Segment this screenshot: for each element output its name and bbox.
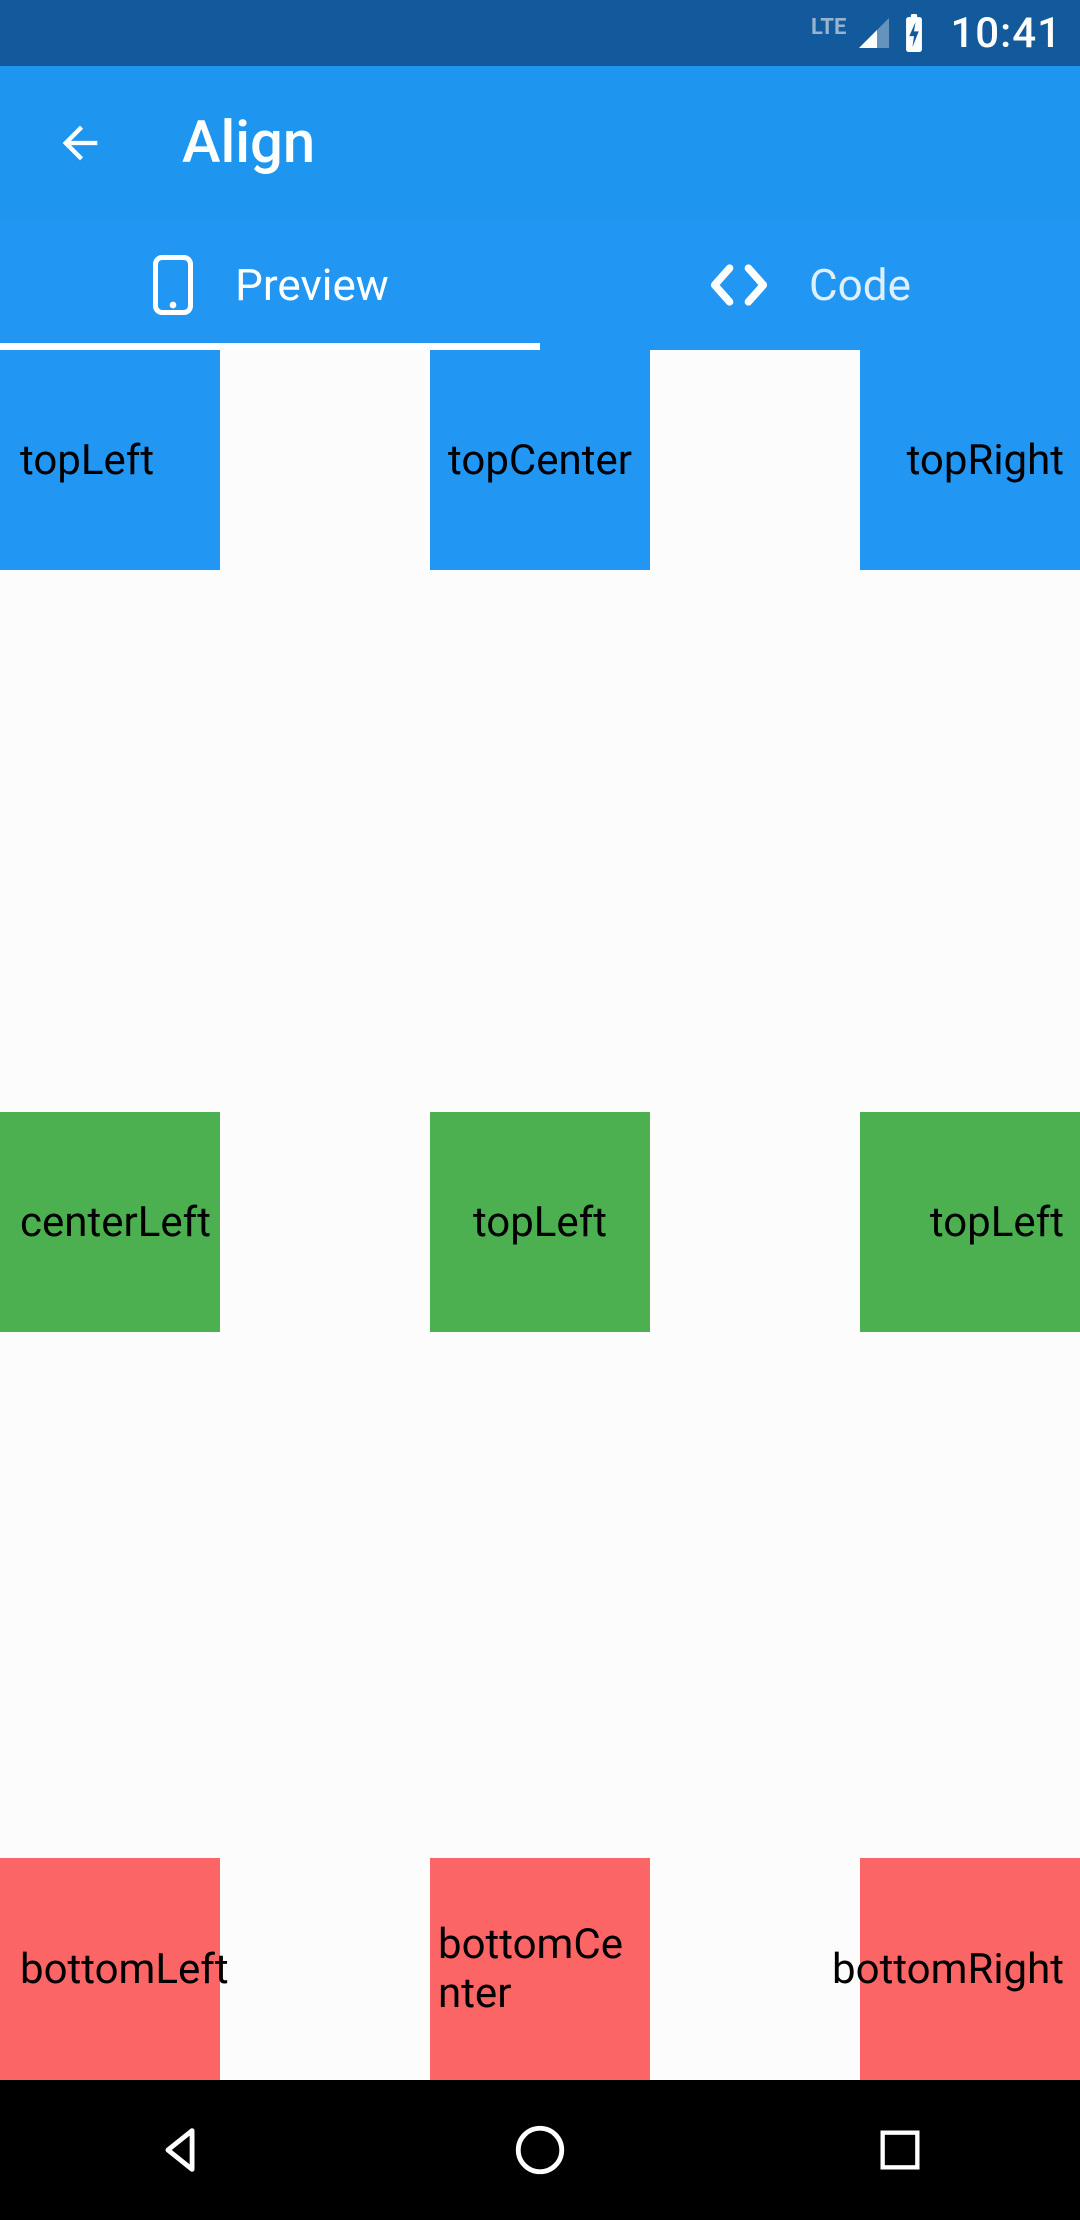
tile-label: centerLeft [20,1198,211,1247]
nav-recents-button[interactable] [800,2080,1000,2220]
tile-bottom-left: bottomLeft [0,1858,220,2080]
triangle-back-icon [151,2121,209,2179]
tile-label: bottomRight [832,1945,1064,1994]
code-icon [709,262,769,308]
network-type-label: LTE [811,15,846,40]
arrow-left-icon [54,117,106,169]
tile-label: bottomLeft [20,1945,229,1994]
tile-top-left: topLeft [0,350,220,570]
tile-label: topRight [907,436,1064,485]
tile-label: topCenter [448,436,632,485]
square-recents-icon [874,2124,926,2176]
battery-charging-icon [902,14,926,52]
app-bar: Align [0,66,1080,220]
tile-top-right: topRight [860,350,1080,570]
status-bar: LTE 10:41 [0,0,1080,66]
tile-label: bottomCenter [438,1920,642,2018]
nav-back-button[interactable] [80,2080,280,2220]
status-icons: LTE 10:41 [811,9,1062,58]
tab-bar: Preview Code [0,220,1080,350]
status-clock: 10:41 [950,9,1062,58]
page-title: Align [182,109,315,177]
tile-top-center: topCenter [430,350,650,570]
tile-bottom-center: bottomCenter [430,1858,650,2080]
tile-label: topLeft [473,1198,607,1247]
tile-bottom-right: bottomRight [860,1858,1080,2080]
tile-middle-left: centerLeft [0,1112,220,1332]
tab-preview[interactable]: Preview [0,220,540,350]
back-button[interactable] [40,103,120,183]
circle-home-icon [511,2121,569,2179]
tile-label: topLeft [930,1198,1064,1247]
cellular-signal-icon [856,15,892,51]
tile-label: topLeft [20,436,154,485]
tab-code[interactable]: Code [540,220,1080,350]
preview-pane: topLeft topCenter topRight centerLeft to… [0,350,1080,2080]
smartphone-icon [151,255,195,315]
tab-code-label: Code [809,259,911,311]
tile-middle-right: topLeft [860,1112,1080,1332]
tab-preview-label: Preview [235,259,389,311]
tile-middle-center: topLeft [430,1112,650,1332]
nav-home-button[interactable] [440,2080,640,2220]
system-nav-bar [0,2080,1080,2220]
